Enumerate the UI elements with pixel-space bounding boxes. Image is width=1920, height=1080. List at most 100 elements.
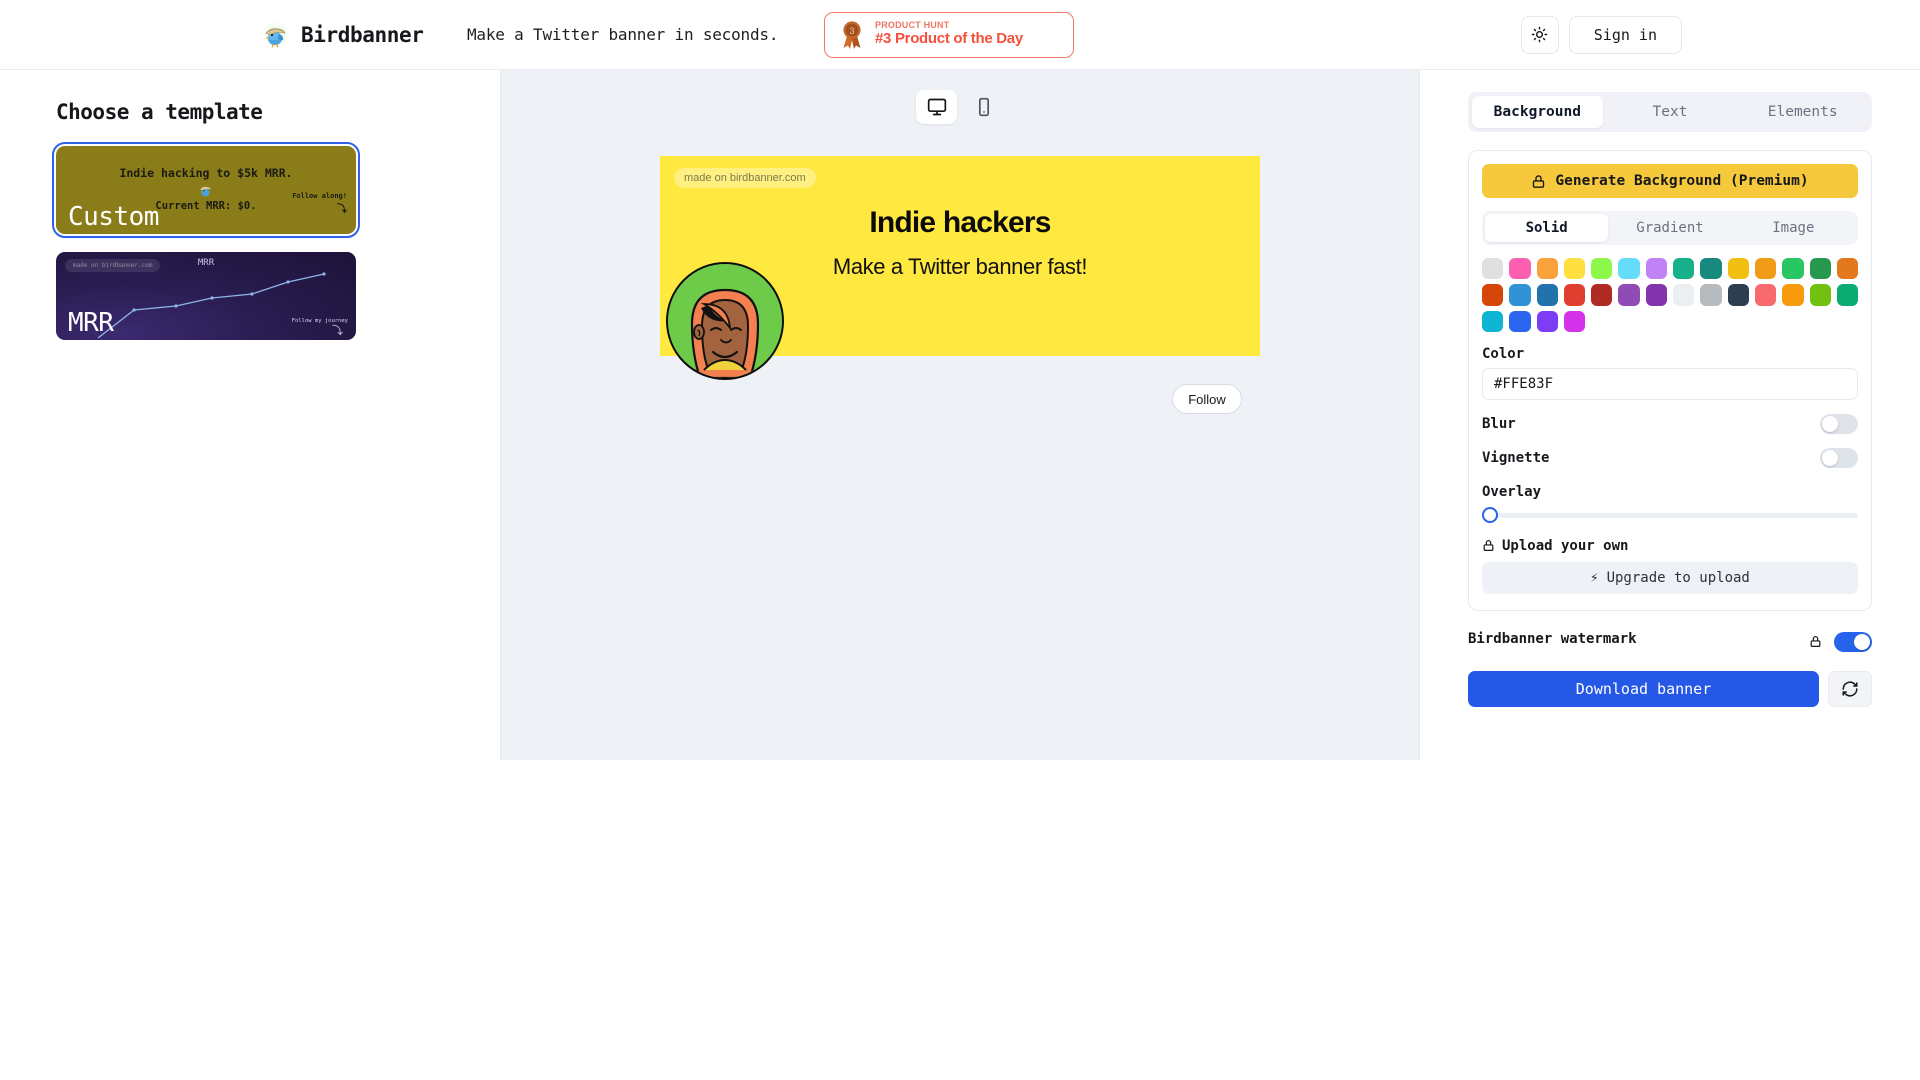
- color-swatch-25[interactable]: [1782, 284, 1804, 306]
- color-swatch-17[interactable]: [1563, 284, 1586, 306]
- download-banner-button[interactable]: Download banner: [1468, 670, 1819, 707]
- color-swatch-30[interactable]: [1536, 310, 1558, 332]
- template-corner-arrow-mrr: ⤵: [332, 324, 343, 337]
- banner-preview-wrapper: made on birdbanner.com Indie hackers Mak…: [660, 156, 1260, 414]
- product-hunt-badge[interactable]: 3 PRODUCT HUNT #3 Product of the Day: [824, 11, 1074, 58]
- lock-icon: [1810, 636, 1821, 648]
- banner-headline[interactable]: Indie hackers: [660, 206, 1260, 240]
- color-swatch-26[interactable]: [1809, 284, 1831, 306]
- avatar[interactable]: [666, 262, 784, 380]
- fill-mode-image[interactable]: Image: [1732, 214, 1855, 242]
- color-swatch-24[interactable]: [1754, 284, 1777, 306]
- properties-panel: Background Text Elements Generate Backgr…: [1420, 70, 1920, 760]
- template-corner-text: Follow along!: [292, 192, 347, 200]
- upload-row: Upload your own: [1482, 538, 1858, 554]
- color-swatch-13[interactable]: [1836, 258, 1859, 280]
- lock-icon: [1533, 174, 1545, 188]
- color-swatch-4[interactable]: [1591, 258, 1613, 280]
- color-swatch-28[interactable]: [1482, 310, 1504, 332]
- template-headline: Indie hacking to $5k MRR.: [119, 166, 293, 180]
- download-row: Download banner: [1468, 670, 1872, 707]
- color-swatch-5[interactable]: [1618, 258, 1640, 280]
- color-swatch-16[interactable]: [1536, 284, 1558, 306]
- product-hunt-texts: PRODUCT HUNT #3 Product of the Day: [875, 20, 1023, 48]
- color-swatch-0[interactable]: [1482, 258, 1504, 280]
- upload-label: Upload your own: [1502, 537, 1629, 554]
- vignette-toggle[interactable]: [1820, 447, 1858, 468]
- color-swatch-27[interactable]: [1836, 284, 1859, 306]
- blur-toggle-knob: [1822, 415, 1838, 432]
- template-bird-icon: [200, 186, 212, 197]
- color-swatch-3[interactable]: [1563, 258, 1586, 280]
- workspace: Choose a template Indie hacking to $5k M…: [0, 70, 1920, 760]
- template-card-custom[interactable]: Indie hacking to $5k MRR. Current MRR: $…: [52, 142, 360, 238]
- phone-icon: [978, 97, 989, 117]
- color-swatch-19[interactable]: [1618, 284, 1640, 306]
- color-swatch-10[interactable]: [1754, 258, 1777, 280]
- follow-button[interactable]: Follow: [1172, 384, 1242, 414]
- device-mobile-button[interactable]: [963, 90, 1004, 124]
- generate-background-button[interactable]: Generate Background (Premium): [1482, 164, 1858, 198]
- brand-name: Birdbanner: [301, 22, 424, 47]
- overlay-slider-track: [1482, 512, 1858, 518]
- blur-toggle[interactable]: [1820, 413, 1858, 434]
- blur-row: Blur: [1482, 413, 1858, 434]
- color-swatch-2[interactable]: [1536, 258, 1558, 280]
- product-hunt-title: #3 Product of the Day: [875, 30, 1023, 48]
- vignette-label: Vignette: [1482, 449, 1550, 466]
- tab-background[interactable]: Background: [1472, 96, 1603, 128]
- template-label-mrr: MRR: [68, 308, 114, 338]
- watermark-toggle[interactable]: [1834, 631, 1872, 652]
- color-swatch-12[interactable]: [1809, 258, 1831, 280]
- color-swatch-9[interactable]: [1727, 258, 1749, 280]
- brand: Birdbanner: [262, 20, 424, 49]
- color-swatch-14[interactable]: [1482, 284, 1504, 306]
- color-swatch-31[interactable]: [1563, 310, 1586, 332]
- upgrade-to-upload-button[interactable]: ⚡ Upgrade to upload: [1482, 561, 1858, 594]
- tab-text[interactable]: Text: [1605, 96, 1736, 128]
- page-footer-blank: [0, 760, 1920, 1080]
- overlay-slider[interactable]: [1482, 506, 1858, 524]
- color-swatch-20[interactable]: [1645, 284, 1668, 306]
- color-swatch-6[interactable]: [1645, 258, 1668, 280]
- bolt-icon: ⚡: [1590, 569, 1599, 586]
- theme-toggle-button[interactable]: [1520, 15, 1559, 54]
- color-swatch-18[interactable]: [1591, 284, 1613, 306]
- watermark-controls: [1809, 631, 1872, 652]
- fill-mode-gradient[interactable]: Gradient: [1608, 214, 1731, 242]
- color-swatch-15[interactable]: [1509, 284, 1531, 306]
- template-card-mrr[interactable]: made on birdbanner.com MRR Follow my jou…: [56, 252, 356, 340]
- upgrade-label: Upgrade to upload: [1606, 569, 1750, 586]
- color-swatch-11[interactable]: [1782, 258, 1804, 280]
- color-swatch-7[interactable]: [1673, 258, 1695, 280]
- fill-mode-solid[interactable]: Solid: [1485, 214, 1609, 242]
- vignette-row: Vignette: [1482, 447, 1858, 468]
- sun-icon: [1531, 26, 1548, 43]
- refresh-icon: [1842, 681, 1858, 697]
- template-corner: Follow along! ⤵: [292, 191, 347, 217]
- medal-icon: 3: [843, 20, 861, 49]
- color-swatch-22[interactable]: [1700, 284, 1722, 306]
- avatar-illustration: [668, 264, 782, 378]
- color-input[interactable]: [1482, 367, 1858, 400]
- refresh-button[interactable]: [1828, 670, 1872, 707]
- tab-elements[interactable]: Elements: [1737, 96, 1868, 128]
- color-swatch-8[interactable]: [1700, 258, 1722, 280]
- background-settings-card: Generate Background (Premium) Solid Grad…: [1468, 150, 1872, 611]
- tagline: Make a Twitter banner in seconds.: [467, 25, 779, 44]
- overlay-label: Overlay: [1482, 483, 1542, 500]
- color-swatch-grid: [1482, 258, 1859, 332]
- color-swatch-21[interactable]: [1673, 284, 1695, 306]
- color-swatch-1[interactable]: [1509, 258, 1531, 280]
- template-label-custom: Custom: [68, 202, 159, 232]
- sign-in-button[interactable]: Sign in: [1568, 15, 1682, 54]
- watermark-label: Birdbanner watermark: [1468, 630, 1637, 647]
- template-corner-arrow: ⤵: [337, 203, 347, 215]
- color-swatch-29[interactable]: [1509, 310, 1531, 332]
- color-swatch-23[interactable]: [1727, 284, 1749, 306]
- blur-label: Blur: [1482, 415, 1516, 432]
- overlay-slider-thumb[interactable]: [1482, 506, 1498, 523]
- device-desktop-button[interactable]: [916, 90, 957, 124]
- sidebar-title: Choose a template: [56, 100, 263, 124]
- watermark-row: Birdbanner watermark: [1468, 631, 1872, 653]
